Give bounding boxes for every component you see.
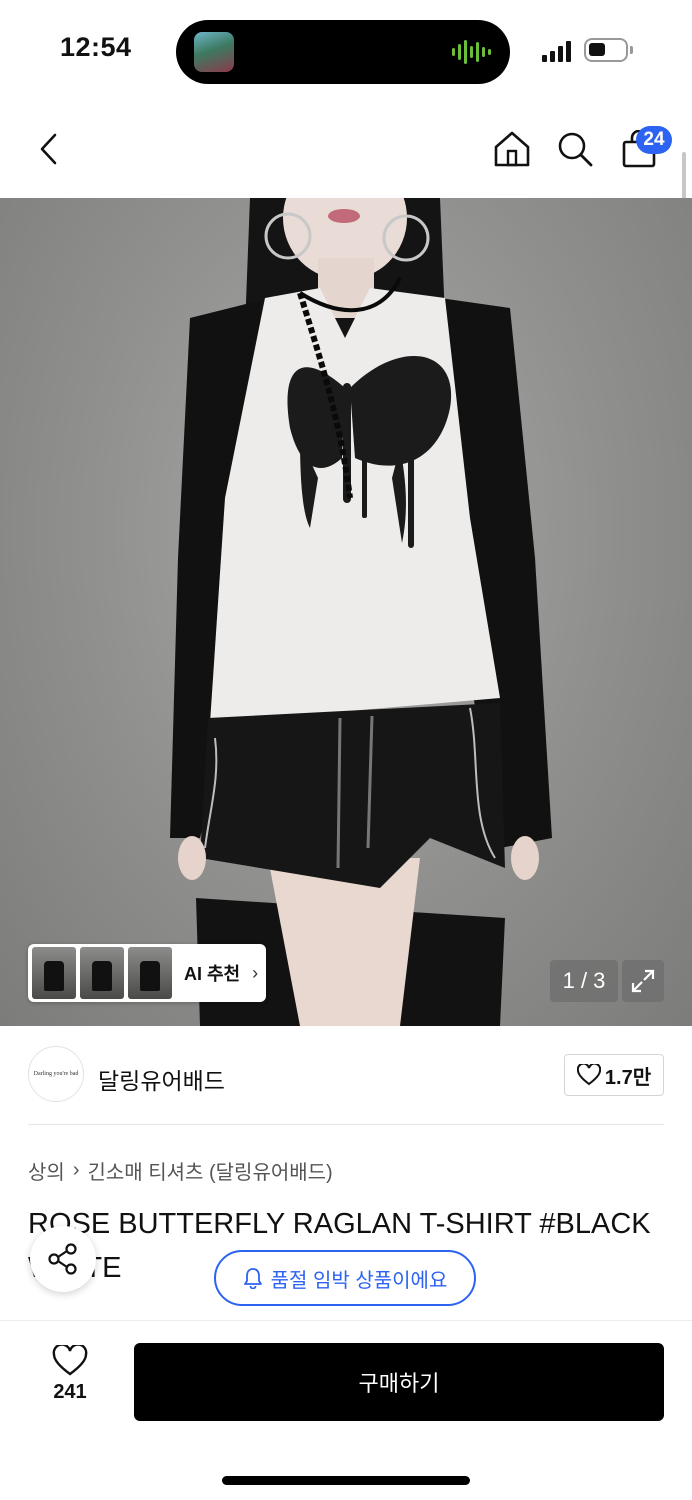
divider xyxy=(28,1124,664,1125)
fullscreen-button[interactable] xyxy=(622,960,664,1002)
chevron-right-icon: › xyxy=(252,962,259,983)
cellular-signal-icon xyxy=(542,40,571,62)
cart-count-badge: 24 xyxy=(636,126,672,154)
bottom-action-bar: 241 구매하기 xyxy=(0,1320,692,1500)
home-button[interactable] xyxy=(487,124,537,174)
product-image-carousel[interactable] xyxy=(0,198,692,1026)
audio-wave-icon xyxy=(452,38,492,66)
brand-logo[interactable]: Darling you're bad xyxy=(28,1046,84,1102)
back-button[interactable] xyxy=(24,124,74,174)
ai-recommendation-card[interactable]: AI 추천 › xyxy=(28,944,266,1002)
chevron-right-icon: › xyxy=(72,1159,80,1181)
top-navigation xyxy=(0,100,692,198)
heart-icon xyxy=(52,1345,88,1376)
brand-name[interactable]: 달링유어배드 xyxy=(98,1062,225,1096)
search-button[interactable] xyxy=(550,124,600,174)
image-page-counter: 1 / 3 xyxy=(550,960,618,1002)
breadcrumb: 상의 › 긴소매 티셔츠 (달링유어배드) xyxy=(28,1156,333,1185)
ai-recommendation-thumbnail xyxy=(80,947,124,999)
dynamic-island[interactable] xyxy=(176,20,510,84)
ai-recommendation-thumbnail xyxy=(32,947,76,999)
status-time: 12:54 xyxy=(60,32,132,62)
now-playing-artwork xyxy=(194,32,234,72)
share-button[interactable] xyxy=(30,1226,96,1292)
expand-icon xyxy=(631,969,655,993)
search-icon xyxy=(558,132,593,167)
share-icon xyxy=(48,1243,77,1275)
buy-button[interactable]: 구매하기 xyxy=(134,1343,664,1421)
wishlist-count: 241 xyxy=(53,1381,87,1403)
ai-recommendation-thumbnail xyxy=(128,947,172,999)
battery-icon xyxy=(584,38,633,62)
home-icon xyxy=(494,131,530,167)
brand-like-count: 1.7만 xyxy=(604,1066,652,1089)
wishlist-button[interactable]: 241 xyxy=(28,1345,112,1425)
low-stock-notice-button[interactable]: 품절 임박 상품이에요 xyxy=(214,1250,476,1306)
bell-icon xyxy=(243,1268,262,1289)
chevron-left-icon xyxy=(40,133,57,165)
breadcrumb-subcategory[interactable]: 긴소매 티셔츠 (달링유어배드) xyxy=(87,1156,332,1185)
low-stock-notice-label: 품절 임박 상품이에요 xyxy=(270,1269,448,1292)
brand-row: Darling you're bad 달링유어배드 1.7만 xyxy=(0,1026,692,1126)
product-photo xyxy=(170,198,552,1026)
brand-like-button[interactable]: 1.7만 xyxy=(564,1054,664,1096)
heart-icon xyxy=(576,1064,601,1086)
status-bar: 12:54 xyxy=(0,0,692,100)
ai-recommendation-label: AI 추천 xyxy=(184,964,241,984)
home-indicator[interactable] xyxy=(222,1476,470,1485)
brand-logo-text: Darling you're bad xyxy=(33,1071,79,1077)
breadcrumb-category[interactable]: 상의 xyxy=(28,1156,65,1185)
